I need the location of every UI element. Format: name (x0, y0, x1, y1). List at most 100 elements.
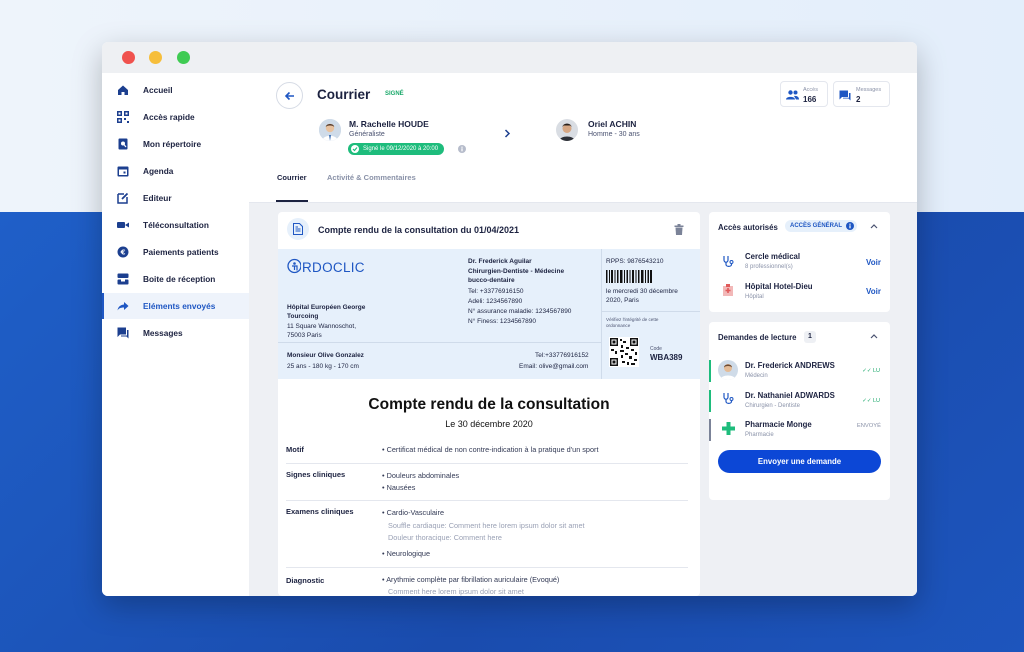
messages-value: 2 (856, 95, 861, 104)
close-window-button[interactable] (122, 51, 135, 64)
prescription-place: 2020, Paris (606, 297, 639, 304)
double-check-icon: ✓✓ (862, 398, 873, 404)
acces-title: Accès autorisés (718, 223, 778, 232)
acces-counter[interactable]: Accès 166 (780, 81, 828, 107)
examens-item: • Neurologique (382, 549, 431, 558)
sidebar-item-accueil[interactable]: Accueil (102, 77, 249, 103)
trash-icon[interactable] (674, 224, 684, 235)
recipient-avatar (556, 119, 578, 141)
tab-courrier[interactable]: Courrier (277, 173, 307, 182)
recipient-name: Oriel ACHIN (588, 119, 637, 129)
people-icon (786, 90, 799, 100)
doctor-tel: Tel: +33776916150 (468, 288, 524, 295)
status-bar (709, 390, 711, 412)
sidebar-item-messages[interactable]: Messages (102, 320, 249, 346)
acces-row-name: Hôpital Hotel-Dieu (745, 282, 813, 291)
report-date: Le 30 décembre 2020 (445, 419, 533, 429)
chevron-up-icon[interactable] (870, 223, 878, 229)
main-content: Courrier SIGNÉ Accès 166 Messages 2 M. R… (249, 73, 917, 596)
examens-note: Souffle cardiaque: Comment here lorem ip… (388, 521, 585, 530)
sidebar-item-elements-envoyes[interactable]: Eléments envoyés (102, 293, 249, 319)
qr-code-icon[interactable] (609, 337, 639, 367)
status-envoye: ENVOYÉ (856, 423, 881, 429)
examens-text: Neurologique (386, 549, 431, 558)
sidebar-item-label: Messages (143, 328, 183, 338)
patient-info: 25 ans - 180 kg - 170 cm (287, 363, 359, 370)
acces-badge-text: ACCÈS GÉNÉRAL (790, 223, 843, 229)
page-header: Courrier SIGNÉ Accès 166 Messages 2 M. R… (249, 73, 917, 203)
info-icon[interactable] (846, 222, 855, 230)
demande-name: Pharmacie Monge (745, 420, 812, 429)
check-circle-icon (351, 145, 359, 153)
voir-button[interactable]: Voir (866, 287, 881, 296)
verify-text-2: ordonnance (606, 323, 631, 328)
sidebar-item-boite-reception[interactable]: Boite de réception (102, 266, 249, 292)
section-motif-label: Motif (286, 445, 304, 454)
motif-text: Certificat médical de non contre-indicat… (386, 445, 599, 454)
info-icon[interactable] (458, 145, 466, 153)
sidebar-item-paiements[interactable]: € Paiements patients (102, 239, 249, 265)
sender-name: M. Rachelle HOUDE (349, 119, 429, 129)
status-text: LU (872, 398, 880, 404)
send-icon (117, 300, 129, 312)
sidebar-item-mon-repertoire[interactable]: Mon répertoire (102, 131, 249, 157)
divider (278, 342, 601, 343)
motif-item: • Certificat médical de non contre-indic… (382, 445, 599, 454)
sidebar-item-acces-rapide[interactable]: Accès rapide (102, 104, 249, 130)
patient-email: Email: olive@gmail.com (519, 363, 589, 370)
status-bar (709, 360, 711, 382)
doctor-name: Dr. Frederick Aguilar (468, 258, 532, 265)
hospital-name-2: Tourcoing (287, 313, 319, 320)
sidebar-item-label: Mon répertoire (143, 139, 202, 149)
maximize-window-button[interactable] (177, 51, 190, 64)
hospital-icon (723, 284, 733, 296)
arrow-left-icon (284, 91, 294, 100)
acces-autorises-card: Accès autorisés ACCÈS GÉNÉRAL Cercle méd… (709, 212, 890, 312)
status-lu: ✓✓ LU (862, 398, 880, 404)
page-title: Courrier (317, 87, 371, 102)
diagnostic-note: Comment here lorem ipsum dolor sit amet (388, 587, 524, 596)
ordoclic-logo-text: RDOCLIC (302, 260, 365, 275)
code-value: WBA389 (650, 353, 683, 362)
examens-text: Cardio-Vasculaire (386, 508, 445, 517)
doctor-adeli: Adeli: 1234567890 (468, 298, 523, 305)
demande-sub: Chirurgien - Dentiste (745, 403, 801, 409)
report-heading: Compte rendu de la consultation (368, 396, 610, 413)
demandes-lecture-card: Demandes de lecture 1 Dr. Frederick ANDR… (709, 322, 890, 500)
messages-label: Messages (856, 87, 882, 93)
divider (286, 463, 688, 464)
chat-icon (839, 90, 851, 101)
back-button[interactable] (276, 82, 303, 109)
envoyer-demande-button[interactable]: Envoyer une demande (718, 450, 881, 473)
voir-button[interactable]: Voir (866, 258, 881, 267)
inbox-icon (117, 273, 129, 285)
status-bar (709, 419, 711, 441)
acces-value: 166 (803, 95, 817, 104)
sidebar-item-label: Téléconsultation (143, 220, 209, 230)
diagnostic-item: • Arythmie complète par fibrillation aur… (382, 575, 560, 584)
sidebar-item-agenda[interactable]: Agenda (102, 158, 249, 184)
minimize-window-button[interactable] (149, 51, 162, 64)
sidebar-item-label: Accueil (143, 85, 173, 95)
video-icon (117, 219, 129, 231)
euro-icon: € (117, 246, 129, 258)
sidebar-item-teleconsultation[interactable]: Téléconsultation (102, 212, 249, 238)
status-lu: ✓✓ LU (862, 368, 880, 374)
sidebar-item-editeur[interactable]: Editeur (102, 185, 249, 211)
stethoscope-icon (723, 393, 734, 404)
stethoscope-icon (723, 256, 734, 267)
divider (286, 567, 688, 568)
demande-name: Dr. Nathaniel ADWARDS (745, 391, 835, 400)
code-label: Code (650, 346, 662, 352)
section-examens-label: Examens cliniques (286, 507, 354, 516)
messages-counter[interactable]: Messages 2 (833, 81, 890, 107)
divider (601, 249, 602, 379)
sidebar-item-label: Accès rapide (143, 112, 195, 122)
signed-badge: Signé le 09/12/2020 à 20:00 (348, 143, 445, 155)
acces-general-badge: ACCÈS GÉNÉRAL (785, 220, 858, 232)
tab-activite-commentaires[interactable]: Activité & Commentaires (327, 173, 416, 182)
app-window: Accueil Accès rapide Mon répertoire Agen… (102, 42, 917, 596)
chevron-right-icon (504, 129, 511, 138)
signes-item: • Nausées (382, 483, 416, 492)
chevron-up-icon[interactable] (870, 333, 878, 339)
